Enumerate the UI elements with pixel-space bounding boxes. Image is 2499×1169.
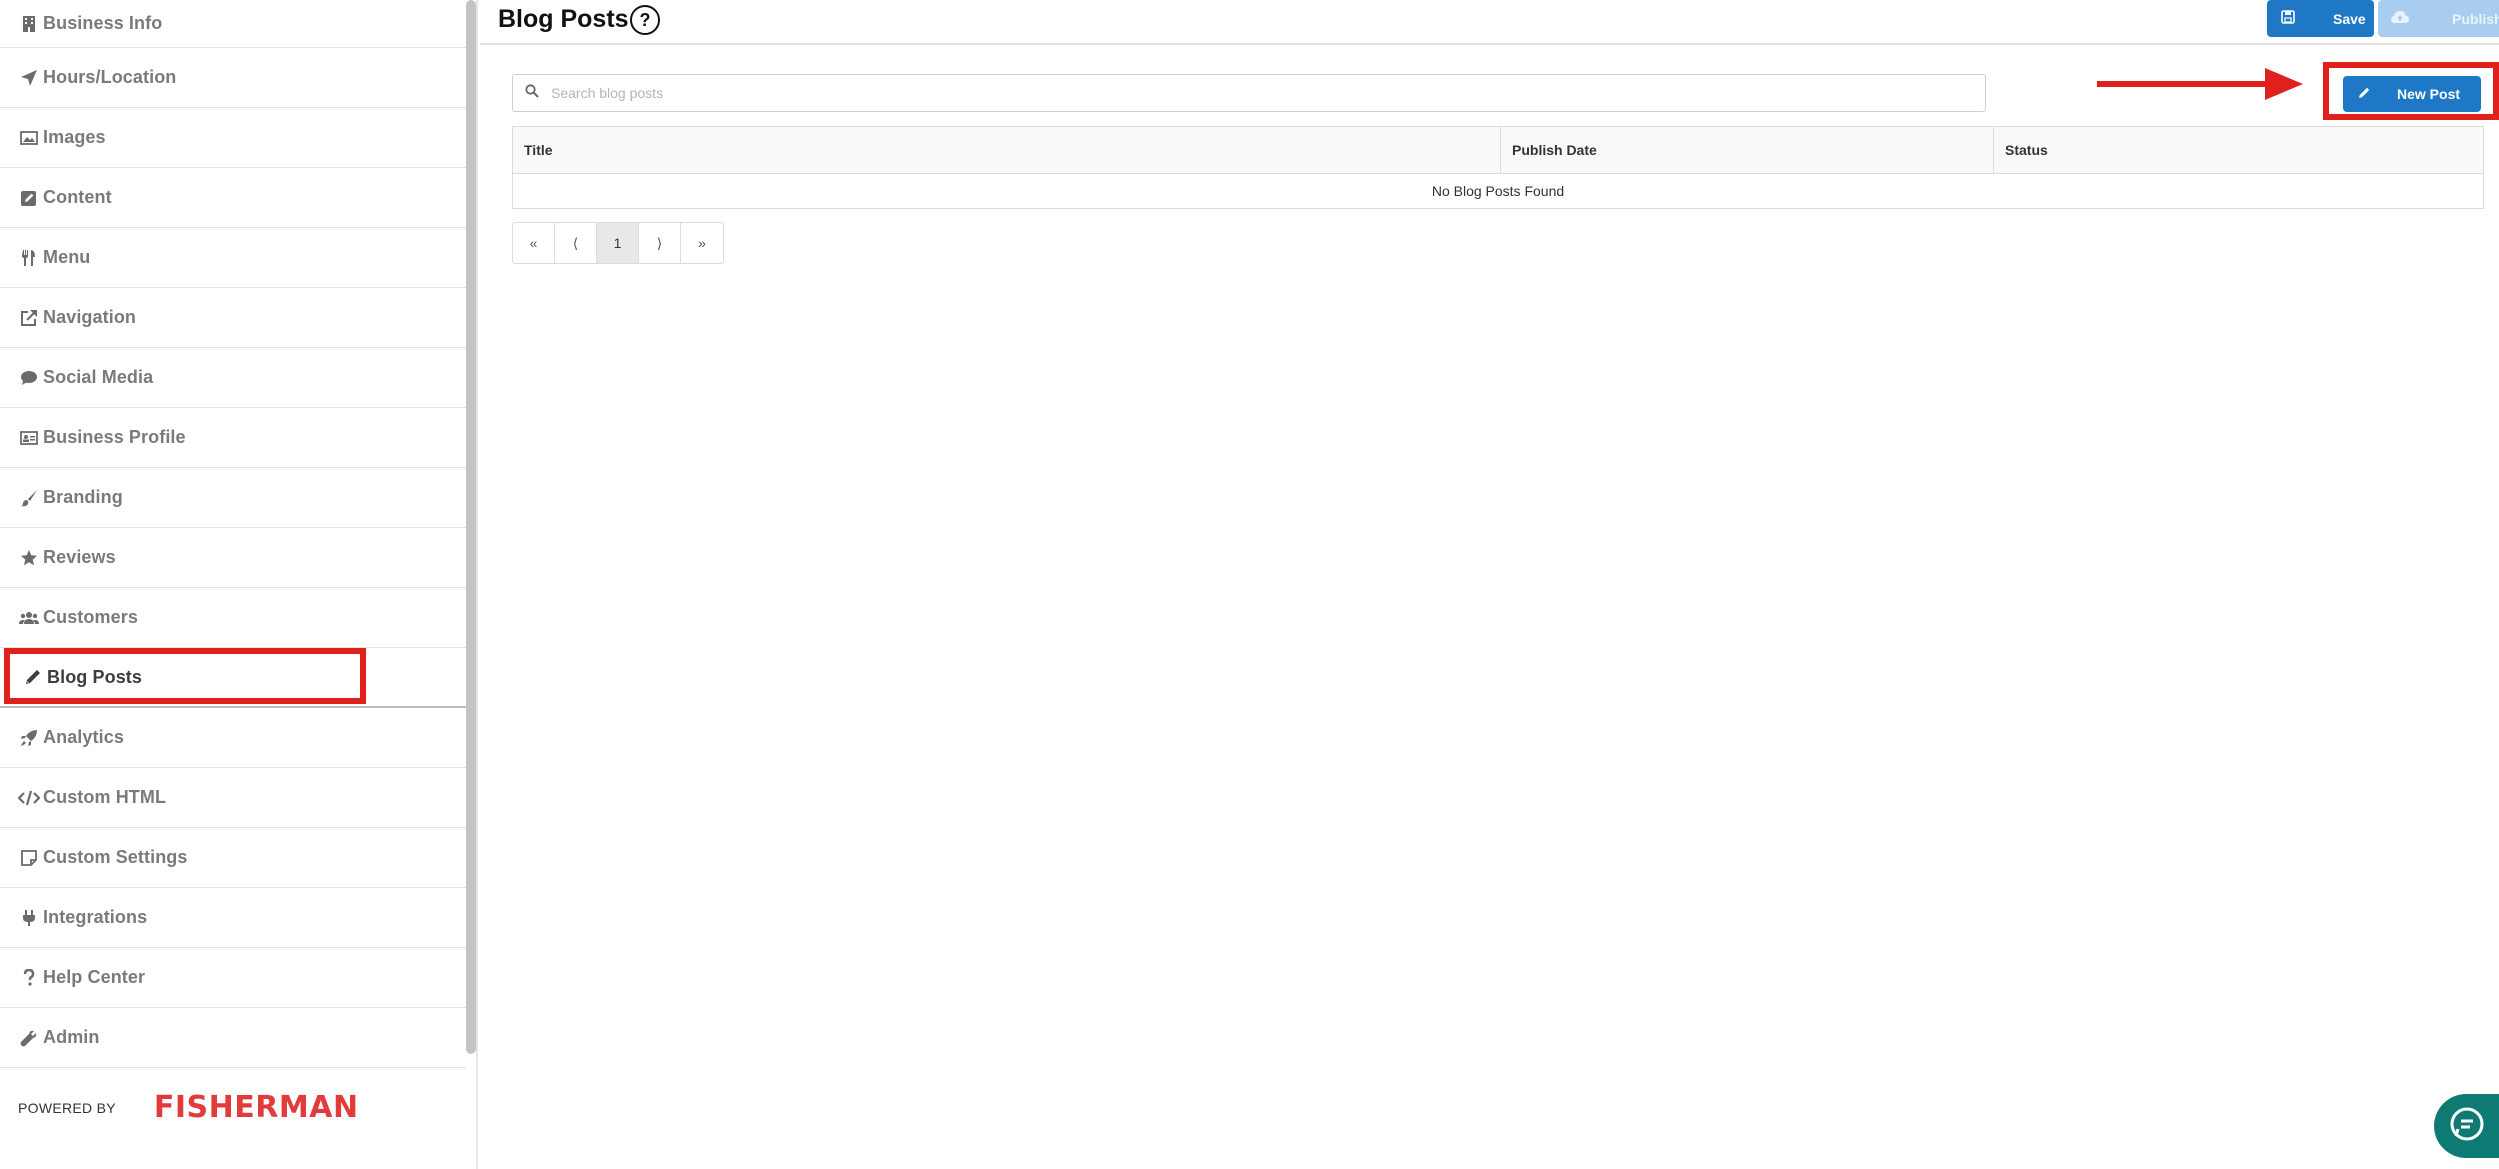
pagination: « ⟨ 1 ⟩ »: [512, 222, 724, 264]
table-row: No Blog Posts Found: [512, 173, 2484, 209]
sidebar-item-label: Business Profile: [43, 427, 186, 447]
help-icon[interactable]: ?: [630, 5, 660, 35]
id-card-icon: [18, 427, 40, 449]
sidebar-scrollbar[interactable]: [466, 0, 476, 1054]
rocket-icon: [18, 727, 40, 749]
highlight-box-blog-posts: [4, 648, 366, 704]
comment-icon: [18, 367, 40, 389]
annotation-arrow: [2097, 68, 2303, 100]
paint-brush-icon: [18, 487, 40, 509]
next-page-button[interactable]: ⟩: [639, 223, 681, 263]
save-button-label: Save: [2333, 10, 2366, 27]
search-box: [512, 74, 1986, 112]
sidebar-item-label: Content: [43, 187, 112, 207]
powered-by-text: POWERED BY: [18, 1099, 116, 1116]
users-icon: [18, 607, 40, 629]
sidebar-item-label: Custom HTML: [43, 787, 167, 807]
powered-by: POWERED BY FISHERMAN: [18, 1090, 359, 1125]
building-icon: [18, 13, 40, 35]
sidebar-item-social-media[interactable]: Social Media: [0, 348, 466, 408]
sidebar-item-label: Business Info: [43, 13, 163, 33]
publish-button[interactable]: Publish: [2378, 0, 2499, 37]
column-header-publish-date[interactable]: Publish Date: [1500, 126, 1994, 174]
save-icon: [2281, 10, 2295, 27]
sidebar-item-content[interactable]: Content: [0, 168, 466, 228]
prev-page-button[interactable]: ⟨: [555, 223, 597, 263]
sidebar-item-label: Social Media: [43, 367, 154, 387]
wrench-icon: [18, 1027, 40, 1049]
sidebar-item-label: Help Center: [43, 967, 146, 987]
pencil-icon: [2357, 86, 2371, 103]
image-icon: [18, 127, 40, 149]
question-icon: [18, 967, 40, 989]
new-post-button-label: New Post: [2397, 86, 2461, 102]
empty-message: No Blog Posts Found: [512, 173, 2484, 209]
sidebar-nav: Business Info Hours/Location Images Content…: [0, 0, 466, 1068]
page-header: Blog Posts ?: [480, 0, 2499, 45]
sidebar-item-label: Images: [43, 127, 106, 147]
sidebar-item-label: Hours/Location: [43, 67, 177, 87]
search-input[interactable]: [551, 85, 1951, 101]
sidebar-item-hours-location[interactable]: Hours/Location: [0, 48, 466, 108]
sidebar-item-label: Integrations: [43, 907, 148, 927]
sidebar-item-customers[interactable]: Customers: [0, 588, 466, 648]
sidebar-item-custom-settings[interactable]: Custom Settings: [0, 828, 466, 888]
table-header-row: Title Publish Date Status: [512, 126, 2484, 174]
fisherman-logo[interactable]: FISHERMAN: [154, 1090, 359, 1125]
location-arrow-icon: [18, 67, 40, 89]
first-page-button[interactable]: «: [513, 223, 555, 263]
sidebar-item-business-info[interactable]: Business Info: [0, 0, 466, 48]
sidebar-item-branding[interactable]: Branding: [0, 468, 466, 528]
blog-posts-table: Title Publish Date Status No Blog Posts …: [512, 126, 2484, 209]
edit-icon: [18, 187, 40, 209]
code-icon: [18, 787, 40, 809]
chat-icon: [2448, 1105, 2486, 1148]
sidebar-item-label: Navigation: [43, 307, 137, 327]
sidebar-item-integrations[interactable]: Integrations: [0, 888, 466, 948]
sidebar-item-label: Custom Settings: [43, 847, 188, 867]
save-button[interactable]: Save: [2267, 0, 2374, 37]
sidebar-item-label: Branding: [43, 487, 123, 507]
sidebar-item-navigation[interactable]: Navigation: [0, 288, 466, 348]
search-icon: [525, 83, 539, 103]
publish-button-label: Publish: [2452, 10, 2499, 27]
external-link-icon: [18, 307, 40, 329]
plug-icon: [18, 907, 40, 929]
sidebar-item-label: Admin: [43, 1027, 100, 1047]
star-icon: [18, 547, 40, 569]
column-header-title[interactable]: Title: [512, 126, 1501, 174]
page-1-button[interactable]: 1: [597, 223, 639, 263]
sidebar-item-custom-html[interactable]: Custom HTML: [0, 768, 466, 828]
sidebar: Business Info Hours/Location Images Content…: [0, 0, 478, 1169]
sidebar-item-reviews[interactable]: Reviews: [0, 528, 466, 588]
column-header-status[interactable]: Status: [1993, 126, 2484, 174]
new-post-button[interactable]: New Post: [2343, 76, 2481, 112]
page-title: Blog Posts: [498, 5, 629, 33]
utensils-icon: [18, 247, 40, 269]
sidebar-item-analytics[interactable]: Analytics: [0, 708, 466, 768]
cloud-upload-icon: [2390, 10, 2410, 27]
sidebar-item-images[interactable]: Images: [0, 108, 466, 168]
sidebar-item-label: Reviews: [43, 547, 116, 567]
sidebar-item-label: Menu: [43, 247, 91, 267]
last-page-button[interactable]: »: [681, 223, 723, 263]
chat-button[interactable]: [2434, 1094, 2499, 1158]
sidebar-item-admin[interactable]: Admin: [0, 1008, 466, 1068]
sticky-note-icon: [18, 847, 40, 869]
sidebar-item-business-profile[interactable]: Business Profile: [0, 408, 466, 468]
sidebar-item-menu[interactable]: Menu: [0, 228, 466, 288]
sidebar-item-label: Analytics: [43, 727, 124, 747]
sidebar-item-help-center[interactable]: Help Center: [0, 948, 466, 1008]
sidebar-item-label: Customers: [43, 607, 138, 627]
